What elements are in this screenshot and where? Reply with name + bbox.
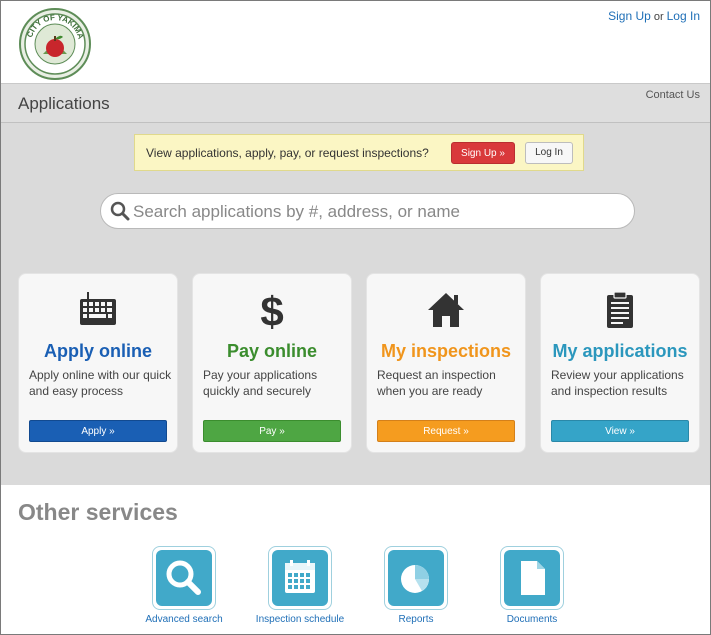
my-applications-title: My applications — [552, 341, 688, 361]
banner-sign-up-button[interactable]: Sign Up » — [451, 142, 515, 164]
header-sign-up-link[interactable]: Sign Up — [608, 9, 651, 23]
documents-service[interactable]: Documents — [482, 546, 582, 626]
apply-online-description: Apply online with our quick and easy pro… — [29, 368, 172, 398]
inspection-schedule-tile[interactable] — [268, 546, 332, 610]
pay-online-title: Pay online — [226, 341, 318, 361]
contact-us-link[interactable]: Contact Us — [646, 89, 700, 101]
my-applications-description: Review your applications and inspection … — [551, 368, 684, 398]
pie-chart-icon — [401, 565, 429, 593]
apply-button[interactable]: Apply » — [29, 420, 167, 442]
my-inspections-description: Request an inspection when you are ready — [377, 368, 496, 398]
apply-online-card: Apply online Apply online with our quick… — [18, 273, 178, 453]
reports-tile[interactable] — [384, 546, 448, 610]
city-seal-icon: CITY OF YAKIMA — [24, 13, 86, 75]
search-box — [100, 193, 635, 229]
document-icon — [521, 561, 545, 595]
documents-tile[interactable] — [500, 546, 564, 610]
search-icon — [110, 201, 130, 221]
header-log-in-link[interactable]: Log In — [667, 9, 700, 23]
signup-banner: View applications, apply, pay, or reques… — [134, 134, 584, 171]
my-inspections-title: My inspections — [380, 341, 512, 361]
page-frame: CITY OF YAKIMA Sign Up or Log In Applicati… — [0, 0, 711, 635]
pay-online-description: Pay your applications quickly and secure… — [203, 368, 318, 398]
documents-label[interactable]: Documents — [462, 614, 602, 625]
page-title: Applications — [18, 94, 110, 113]
city-logo[interactable]: CITY OF YAKIMA — [19, 8, 91, 80]
auth-links: Sign Up or Log In — [608, 9, 700, 23]
calendar-icon — [285, 560, 315, 593]
dollar-icon: $ — [193, 288, 351, 335]
site-header: CITY OF YAKIMA Sign Up or Log In — [1, 1, 710, 83]
my-applications-card: My applications Review your applications… — [540, 273, 700, 453]
clipboard-icon — [541, 290, 699, 330]
request-button[interactable]: Request » — [377, 420, 515, 442]
banner-message: View applications, apply, pay, or reques… — [146, 146, 429, 160]
pay-online-card: $ Pay online Pay your applications quick… — [192, 273, 352, 453]
apply-online-title: Apply online — [44, 341, 152, 361]
reports-service[interactable]: Reports — [366, 546, 466, 626]
house-icon — [367, 290, 525, 330]
keyboard-icon — [19, 290, 177, 330]
other-services-heading: Other services — [18, 499, 178, 525]
advanced-search-service[interactable]: Advanced search — [134, 546, 234, 626]
my-inspections-card: My inspections Request an inspection whe… — [366, 273, 526, 453]
main-section: View applications, apply, pay, or reques… — [1, 123, 710, 485]
page-titlebar: Applications Contact Us — [1, 83, 710, 123]
pay-button[interactable]: Pay » — [203, 420, 341, 442]
other-services-section: Other services Advanced search Inspectio… — [1, 485, 710, 634]
search-input[interactable] — [131, 198, 625, 226]
magnifier-icon — [166, 560, 201, 595]
banner-log-in-button[interactable]: Log In — [525, 142, 573, 164]
svg-text:$: $ — [260, 290, 283, 330]
or-separator: or — [653, 11, 664, 23]
advanced-search-tile[interactable] — [152, 546, 216, 610]
view-button[interactable]: View » — [551, 420, 689, 442]
inspection-schedule-service[interactable]: Inspection schedule — [250, 546, 350, 626]
